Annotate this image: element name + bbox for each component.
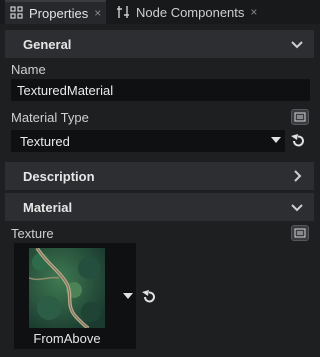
section-description-title: Description xyxy=(23,168,95,184)
section-material[interactable]: Material xyxy=(5,193,314,221)
material-type-editor-button[interactable] xyxy=(291,109,309,125)
section-general[interactable]: General xyxy=(5,30,314,58)
texture-thumbnail-box[interactable]: FromAbove xyxy=(14,243,136,349)
chevron-down-icon[interactable] xyxy=(290,200,304,214)
texture-thumbnail-image xyxy=(29,248,105,328)
close-icon[interactable]: × xyxy=(250,5,257,19)
name-field[interactable]: TexturedMaterial xyxy=(11,79,310,101)
tab-bar: Properties × Node Components × xyxy=(0,0,320,24)
node-components-icon xyxy=(117,6,129,18)
section-material-title: Material xyxy=(23,199,73,215)
name-label: Name xyxy=(11,62,46,77)
close-icon[interactable]: × xyxy=(94,6,101,20)
tab-properties-label: Properties xyxy=(29,5,89,21)
tab-node-components-label: Node Components xyxy=(136,4,245,20)
material-type-label: Material Type xyxy=(11,110,89,125)
material-type-dropdown[interactable]: Textured xyxy=(11,130,285,152)
section-general-title: General xyxy=(23,36,72,52)
texture-name: FromAbove xyxy=(33,331,101,346)
properties-icon xyxy=(10,6,23,19)
tab-node-components[interactable]: Node Components × xyxy=(112,0,262,24)
material-type-value: Textured xyxy=(20,133,70,149)
chevron-right-icon[interactable] xyxy=(290,169,304,183)
texture-label: Texture xyxy=(11,226,54,241)
chevron-down-icon[interactable] xyxy=(290,37,304,51)
section-description[interactable]: Description xyxy=(5,162,314,190)
revert-icon[interactable] xyxy=(290,133,306,149)
dropdown-arrow-icon[interactable] xyxy=(123,293,133,301)
tab-properties[interactable]: Properties × xyxy=(5,0,106,24)
editor-icon xyxy=(294,228,306,238)
editor-icon xyxy=(294,112,306,122)
revert-icon[interactable] xyxy=(141,289,157,305)
dropdown-arrow-icon[interactable] xyxy=(271,137,281,145)
texture-editor-button[interactable] xyxy=(291,225,309,241)
